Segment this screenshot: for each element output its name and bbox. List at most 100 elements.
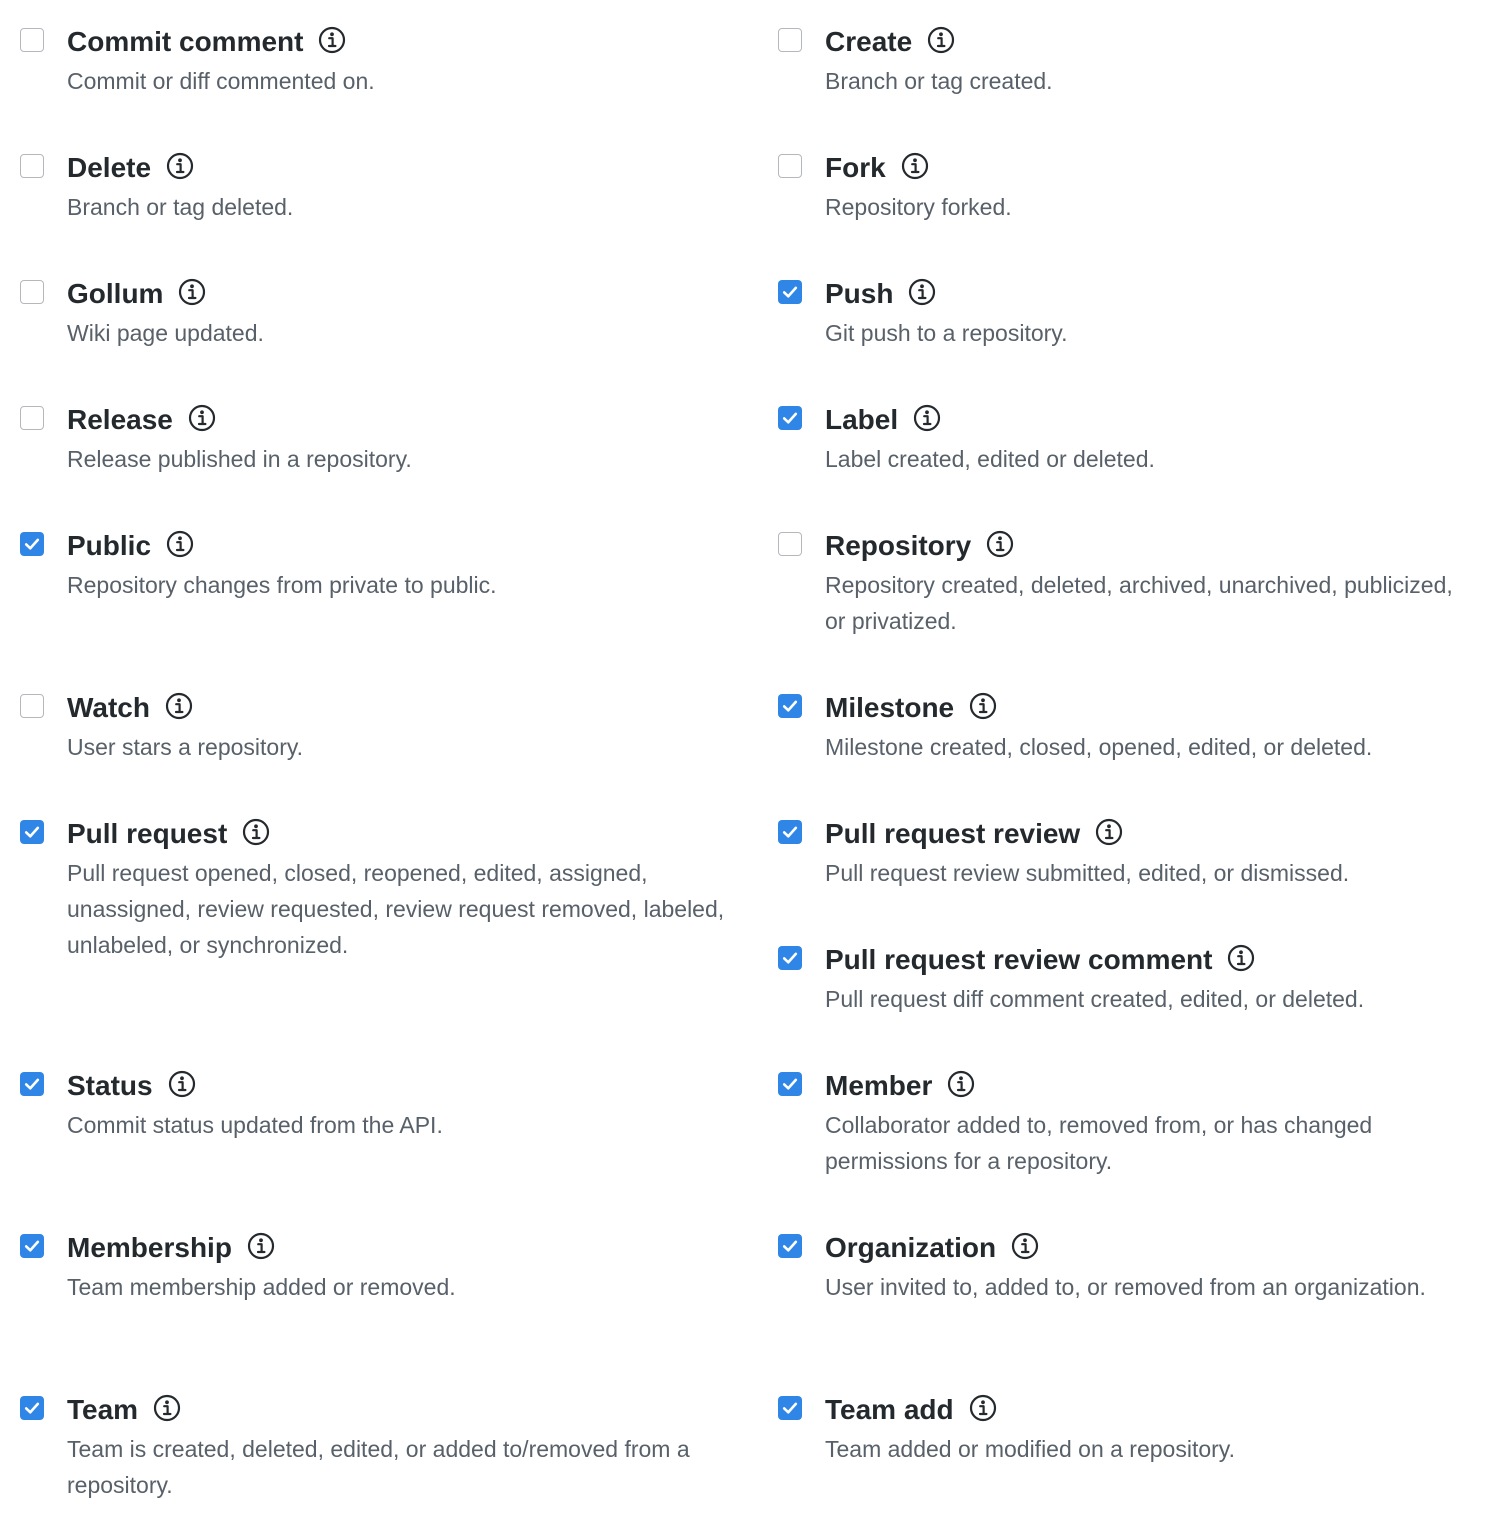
checkmark-icon — [782, 952, 798, 964]
event-title[interactable]: Create — [825, 26, 912, 57]
checkmark-icon — [782, 1240, 798, 1252]
event-title[interactable]: Delete — [67, 152, 151, 183]
team-add-checkbox[interactable] — [778, 1396, 802, 1420]
event-description: Repository changes from private to publi… — [67, 572, 497, 598]
status-checkbox[interactable] — [20, 1072, 44, 1096]
event-title[interactable]: Membership — [67, 1232, 232, 1263]
member-checkbox[interactable] — [778, 1072, 802, 1096]
label-text: Label Label created, edited or deleted. — [825, 405, 1478, 477]
organization-title-row: Organization — [825, 1233, 1478, 1263]
info-icon[interactable] — [1010, 1231, 1040, 1261]
event-title[interactable]: Pull request review comment — [825, 944, 1212, 975]
event-description: User stars a repository. — [67, 734, 304, 760]
gollum-title-row: Gollum — [67, 279, 740, 309]
info-icon[interactable] — [246, 1231, 276, 1261]
milestone-checkbox[interactable] — [778, 694, 802, 718]
event-description: Milestone created, closed, opened, edite… — [825, 734, 1373, 760]
event-description: Branch or tag created. — [825, 68, 1053, 94]
event-title[interactable]: Push — [825, 278, 893, 309]
info-icon[interactable] — [152, 1393, 182, 1423]
event-title[interactable]: Status — [67, 1070, 153, 1101]
info-icon[interactable] — [317, 25, 347, 55]
event-title[interactable]: Public — [67, 530, 151, 561]
delete-checkbox[interactable] — [20, 154, 44, 178]
event-description: Commit status updated from the API. — [67, 1112, 443, 1138]
event-description: Commit or diff commented on. — [67, 68, 375, 94]
gollum-checkbox[interactable] — [20, 280, 44, 304]
event-description: Git push to a repository. — [825, 320, 1068, 346]
event-title[interactable]: Member — [825, 1070, 932, 1101]
member-text: Member Collaborator added to, removed fro… — [825, 1071, 1478, 1179]
info-icon[interactable] — [907, 277, 937, 307]
release-checkbox[interactable] — [20, 406, 44, 430]
watch-text: Watch User stars a repository. — [67, 693, 740, 765]
info-icon[interactable] — [900, 151, 930, 181]
info-icon[interactable] — [985, 529, 1015, 559]
status-text: Status Commit status updated from the API… — [67, 1071, 740, 1143]
push-text: Push Git push to a repository. — [825, 279, 1478, 351]
pull-request-review-checkbox[interactable] — [778, 820, 802, 844]
info-icon[interactable] — [1226, 943, 1256, 973]
pull-request-review-title-row: Pull request review — [825, 819, 1478, 849]
info-icon[interactable] — [167, 1069, 197, 1099]
event-title[interactable]: Pull request review — [825, 818, 1080, 849]
event-title[interactable]: Gollum — [67, 278, 163, 309]
checkmark-icon — [24, 826, 40, 838]
info-icon[interactable] — [177, 277, 207, 307]
commit-comment-text: Commit comment Commit or diff commented o… — [67, 27, 740, 99]
event-title[interactable]: Commit comment — [67, 26, 303, 57]
checkmark-icon — [24, 1240, 40, 1252]
release-title-row: Release — [67, 405, 740, 435]
membership-text: Membership Team membership added or remov… — [67, 1233, 740, 1305]
event-title[interactable]: Team — [67, 1394, 138, 1425]
label-checkbox[interactable] — [778, 406, 802, 430]
info-icon[interactable] — [968, 691, 998, 721]
create-checkbox[interactable] — [778, 28, 802, 52]
event-title[interactable]: Organization — [825, 1232, 996, 1263]
repository-checkbox[interactable] — [778, 532, 802, 556]
event-title[interactable]: Milestone — [825, 692, 954, 723]
info-icon[interactable] — [1094, 817, 1124, 847]
event-description: Team added or modified on a repository. — [825, 1436, 1235, 1462]
delete-title-row: Delete — [67, 153, 740, 183]
push-checkbox[interactable] — [778, 280, 802, 304]
info-icon[interactable] — [164, 691, 194, 721]
public-checkbox[interactable] — [20, 532, 44, 556]
pull-request-review-comment-title-row: Pull request review comment — [825, 945, 1478, 975]
info-icon[interactable] — [165, 529, 195, 559]
pull-request-title-row: Pull request — [67, 819, 740, 849]
event-description: Release published in a repository. — [67, 446, 412, 472]
info-icon[interactable] — [946, 1069, 976, 1099]
event-description: User invited to, added to, or removed fr… — [825, 1274, 1426, 1300]
release-text: Release Release published in a repository… — [67, 405, 740, 477]
pull-request-checkbox[interactable] — [20, 820, 44, 844]
fork-checkbox[interactable] — [778, 154, 802, 178]
info-icon[interactable] — [926, 25, 956, 55]
info-icon[interactable] — [912, 403, 942, 433]
pull-request-review-comment-checkbox[interactable] — [778, 946, 802, 970]
checkmark-icon — [782, 700, 798, 712]
event-title[interactable]: Team add — [825, 1394, 954, 1425]
event-description: Pull request review submitted, edited, o… — [825, 860, 1350, 886]
info-icon[interactable] — [968, 1393, 998, 1423]
checkmark-icon — [782, 1078, 798, 1090]
event-title[interactable]: Watch — [67, 692, 150, 723]
info-icon[interactable] — [165, 151, 195, 181]
event-title[interactable]: Repository — [825, 530, 971, 561]
event-title[interactable]: Release — [67, 404, 173, 435]
team-text: Team Team is created, deleted, edited, or… — [67, 1395, 740, 1503]
event-description: Team membership added or removed. — [67, 1274, 456, 1300]
event-title[interactable]: Pull request — [67, 818, 227, 849]
commit-comment-checkbox[interactable] — [20, 28, 44, 52]
membership-checkbox[interactable] — [20, 1234, 44, 1258]
organization-checkbox[interactable] — [778, 1234, 802, 1258]
delete-text: Delete Branch or tag deleted. — [67, 153, 740, 225]
checkmark-icon — [782, 1402, 798, 1414]
team-checkbox[interactable] — [20, 1396, 44, 1420]
event-title[interactable]: Fork — [825, 152, 886, 183]
event-title[interactable]: Label — [825, 404, 898, 435]
commit-comment-title-row: Commit comment — [67, 27, 740, 57]
watch-checkbox[interactable] — [20, 694, 44, 718]
info-icon[interactable] — [187, 403, 217, 433]
info-icon[interactable] — [241, 817, 271, 847]
